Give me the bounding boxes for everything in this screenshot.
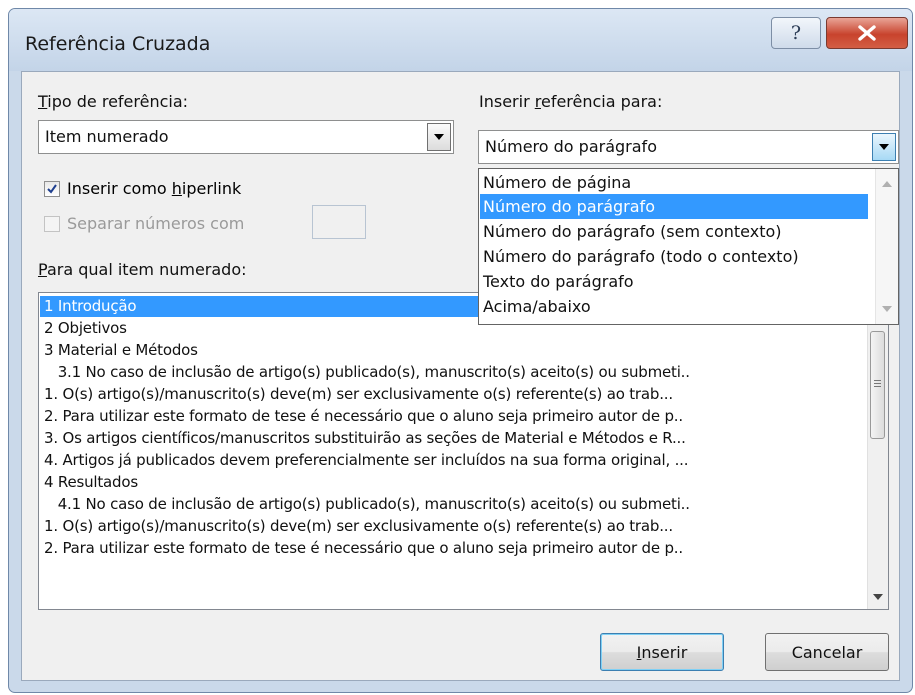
list-item[interactable]: 3.1 No caso de inclusão de artigo(s) pub… bbox=[44, 362, 690, 383]
reference-type-combo[interactable]: Item numerado bbox=[38, 120, 454, 154]
list-item[interactable]: 4 Resultados bbox=[44, 472, 138, 493]
hyperlink-checkbox[interactable]: Inserir como hiperlink bbox=[44, 179, 241, 198]
list-item[interactable]: 1. O(s) artigo(s)/manuscrito(s) deve(m) … bbox=[44, 384, 673, 405]
list-item[interactable]: 2 Objetivos bbox=[44, 318, 127, 339]
hyperlink-checkbox-label: Inserir como hiperlink bbox=[67, 179, 242, 198]
list-item[interactable]: 1 Introdução bbox=[40, 296, 484, 317]
dialog-title: Referência Cruzada bbox=[25, 33, 211, 55]
separate-numbers-label: Separar números com bbox=[67, 214, 245, 233]
list-item[interactable]: 3 Material e Métodos bbox=[44, 340, 198, 361]
list-scrollbar-thumb[interactable] bbox=[870, 331, 885, 439]
list-item[interactable]: 3. Os artigos científicos/manuscritos su… bbox=[44, 428, 686, 449]
dropdown-option[interactable]: Número do parágrafo (todo o contexto) bbox=[480, 244, 868, 269]
scroll-down-icon[interactable] bbox=[873, 594, 883, 601]
insert-reference-label: Inserir referência para: bbox=[479, 92, 663, 111]
insert-reference-dropdown-list[interactable]: Número de página Número do parágrafo Núm… bbox=[478, 168, 899, 325]
chevron-down-icon bbox=[434, 134, 444, 140]
list-item[interactable]: 2. Para utilizar este formato de tese é … bbox=[44, 538, 683, 559]
grip-line bbox=[874, 380, 881, 381]
numbered-items-list[interactable]: 1 Introdução 2 Objetivos 3 Material e Mé… bbox=[38, 292, 889, 610]
numbered-item-label: Para qual item numerado: bbox=[38, 260, 247, 279]
list-item[interactable]: 4.1 No caso de inclusão de artigo(s) pub… bbox=[44, 494, 690, 515]
insert-reference-combo[interactable]: Número do parágrafo bbox=[478, 130, 899, 164]
list-item[interactable]: 2. Para utilizar este formato de tese é … bbox=[44, 406, 683, 427]
scroll-down-icon[interactable] bbox=[882, 306, 892, 313]
scroll-up-icon[interactable] bbox=[882, 180, 892, 187]
reference-type-dropdown-button[interactable] bbox=[427, 123, 451, 151]
chevron-down-icon bbox=[879, 144, 889, 150]
dialog-content: Tipo de referência: Item numerado Inseri… bbox=[21, 71, 900, 681]
cancel-button[interactable]: Cancelar bbox=[765, 633, 889, 671]
list-item[interactable]: 1. O(s) artigo(s)/manuscrito(s) deve(m) … bbox=[44, 516, 673, 537]
cross-reference-dialog: Referência Cruzada ? Tipo de referência:… bbox=[8, 8, 913, 693]
dropdown-scrollbar[interactable] bbox=[875, 169, 898, 324]
separate-numbers-checkbox[interactable]: Separar números com bbox=[44, 214, 244, 233]
dropdown-option[interactable]: Número do parágrafo bbox=[480, 194, 868, 219]
insert-reference-value: Número do parágrafo bbox=[485, 137, 657, 156]
dropdown-option[interactable]: Acima/abaixo bbox=[480, 294, 868, 319]
separate-numbers-checkbox-box[interactable] bbox=[44, 215, 60, 232]
insert-reference-dropdown-button[interactable] bbox=[872, 133, 896, 161]
grip-line bbox=[874, 383, 881, 384]
close-button[interactable] bbox=[826, 17, 908, 49]
svg-text:?: ? bbox=[791, 22, 801, 44]
list-scrollbar[interactable] bbox=[867, 293, 888, 609]
reference-type-value: Item numerado bbox=[45, 127, 169, 146]
separator-input[interactable] bbox=[312, 205, 366, 239]
title-bar[interactable]: Referência Cruzada ? bbox=[9, 9, 912, 71]
dropdown-option[interactable]: Texto do parágrafo bbox=[480, 269, 868, 294]
checkmark-icon bbox=[47, 183, 57, 194]
list-item[interactable]: 4. Artigos já publicados devem preferenc… bbox=[44, 450, 688, 471]
close-icon bbox=[858, 25, 876, 41]
dropdown-option[interactable]: Número de página bbox=[480, 170, 868, 195]
help-icon: ? bbox=[791, 22, 801, 44]
dropdown-option[interactable]: Número do parágrafo (sem contexto) bbox=[480, 219, 868, 244]
help-button[interactable]: ? bbox=[771, 17, 821, 49]
hyperlink-checkbox-box[interactable] bbox=[44, 180, 60, 197]
reference-type-label: Tipo de referência: bbox=[38, 92, 189, 111]
grip-line bbox=[874, 386, 881, 387]
insert-button[interactable]: Inserir bbox=[600, 633, 724, 671]
